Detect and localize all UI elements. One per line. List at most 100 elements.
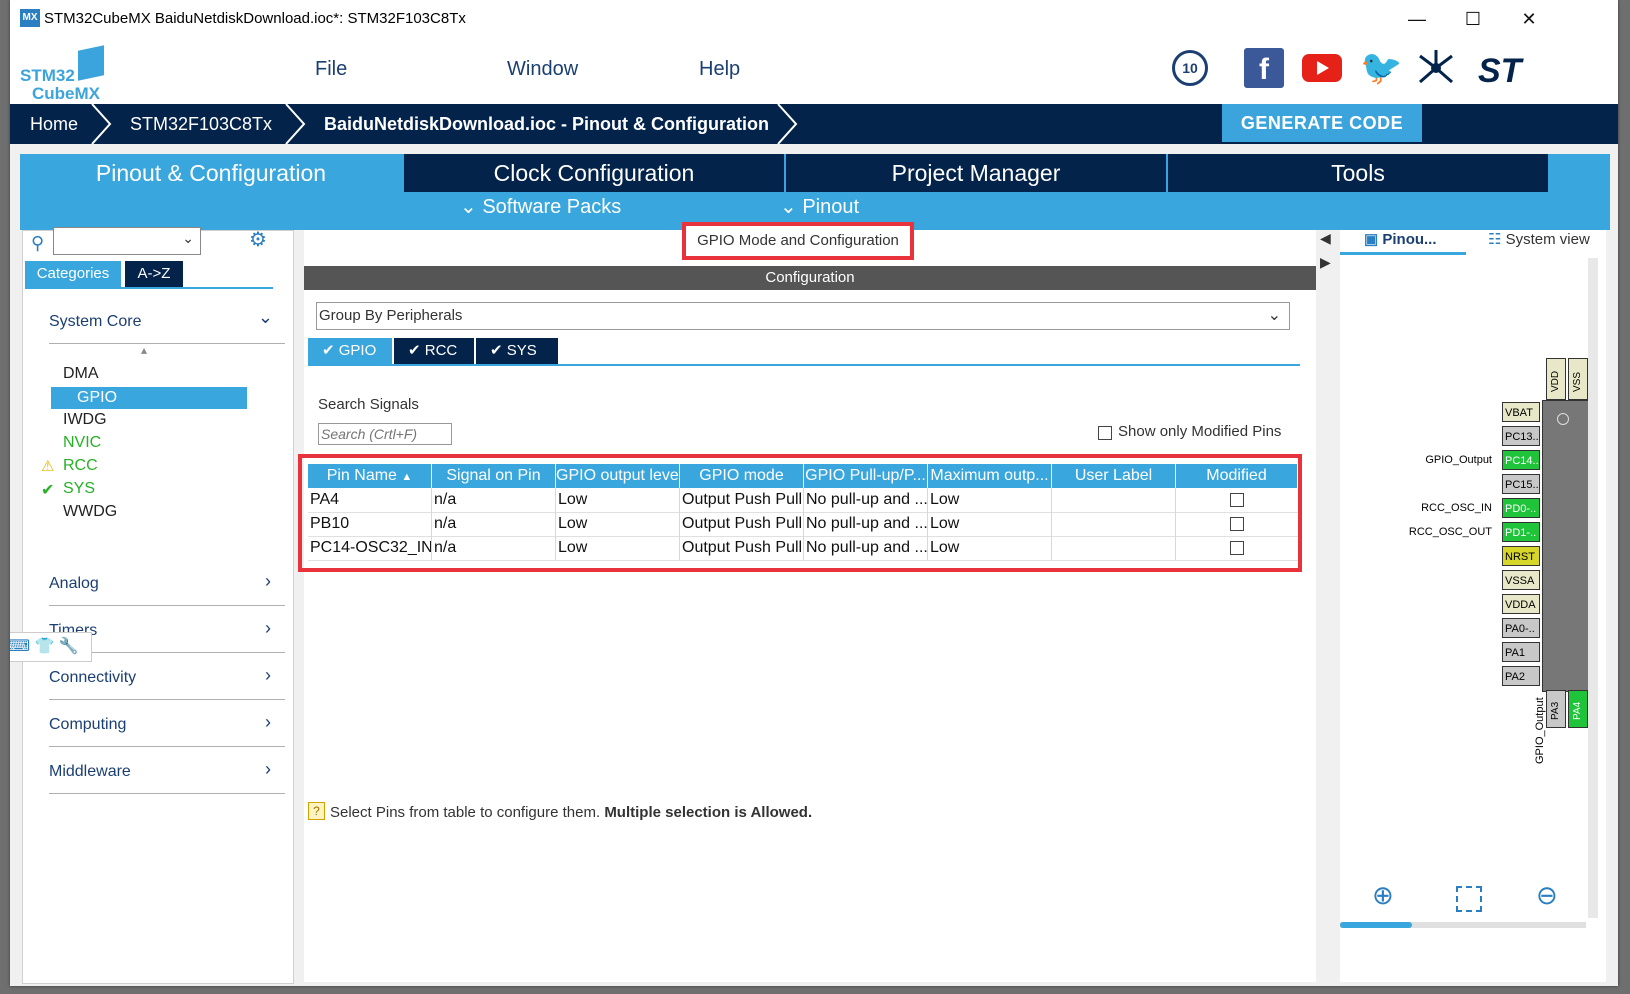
col-header-pin-name[interactable]: Pin Name ▲ xyxy=(308,464,432,488)
network-icon[interactable] xyxy=(1416,48,1456,88)
mcu-chip-body[interactable] xyxy=(1542,400,1590,692)
menu-window[interactable]: Window xyxy=(507,58,578,81)
pin1-marker xyxy=(1557,413,1569,425)
pin-vss-label: VSS xyxy=(1572,371,1583,392)
wrench-icon[interactable]: 🔧 xyxy=(59,638,79,655)
tab-pinout-view[interactable]: ▣ Pinou... xyxy=(1364,230,1437,248)
youtube-icon[interactable] xyxy=(1302,54,1342,82)
search-icon[interactable]: ⚲ xyxy=(31,233,44,254)
pin-pa1[interactable]: PA1 xyxy=(1502,642,1540,662)
cube-icon xyxy=(78,45,104,81)
minimize-button[interactable]: — xyxy=(1402,6,1432,32)
pin-pd0[interactable]: PD0-.. xyxy=(1502,498,1540,518)
zoom-out-icon[interactable]: ⊖ xyxy=(1536,880,1558,911)
horizontal-scrollbar[interactable] xyxy=(1340,922,1586,928)
cell-signal: n/a xyxy=(432,536,556,560)
menu-file[interactable]: File xyxy=(315,58,347,81)
tab-pinout-configuration[interactable]: Pinout & Configuration xyxy=(20,154,402,192)
pin-vdda[interactable]: VDDA xyxy=(1502,594,1540,614)
anniversary-badge-icon[interactable]: 10 xyxy=(1172,50,1208,86)
expand-right-icon[interactable]: ▶ xyxy=(1320,254,1331,271)
tab-project-manager[interactable]: Project Manager xyxy=(786,154,1166,192)
col-header-gpio-mode[interactable]: GPIO mode xyxy=(680,464,804,488)
col-header-output-level[interactable]: GPIO output level xyxy=(556,464,680,488)
tab-system-view[interactable]: ☷ System view xyxy=(1488,230,1590,248)
pin-pc13[interactable]: PC13.. xyxy=(1502,426,1540,446)
group-analog[interactable]: Analog › xyxy=(49,561,285,606)
category-gpio-selected[interactable]: GPIO xyxy=(51,387,247,409)
tab-categories[interactable]: Categories xyxy=(25,261,121,287)
search-signals-input[interactable] xyxy=(318,423,452,445)
pin-vbat[interactable]: VBAT xyxy=(1502,402,1540,422)
close-button[interactable]: ✕ xyxy=(1514,6,1544,32)
cell-pull: No pull-up and ... xyxy=(804,488,928,512)
pin-pc15[interactable]: PC15.. xyxy=(1502,474,1540,494)
category-iwdg[interactable]: IWDG xyxy=(63,411,107,429)
category-sys[interactable]: SYS xyxy=(63,480,95,498)
fit-to-screen-icon[interactable] xyxy=(1456,886,1482,912)
col-header-user-label[interactable]: User Label xyxy=(1052,464,1176,488)
keyboard-icon[interactable]: ⌨ xyxy=(10,638,30,655)
ptab-gpio-label: GPIO xyxy=(338,342,377,359)
maximize-button[interactable]: ☐ xyxy=(1458,6,1488,32)
collapse-left-icon[interactable]: ◀ xyxy=(1320,230,1331,247)
col-header-max-speed[interactable]: Maximum outp... xyxy=(928,464,1052,488)
table-row[interactable]: PC14-OSC32_IN n/a Low Output Push Pull N… xyxy=(308,536,1298,561)
modified-checkbox[interactable] xyxy=(1230,517,1244,531)
pin-pa3[interactable]: PA3 xyxy=(1546,690,1566,728)
sort-icon[interactable]: ▴ xyxy=(141,343,147,357)
show-modified-checkbox[interactable] xyxy=(1098,426,1112,440)
tab-tools[interactable]: Tools xyxy=(1168,154,1548,192)
tab-a-z[interactable]: A->Z xyxy=(125,261,183,287)
category-dma[interactable]: DMA xyxy=(63,365,99,383)
group-by-select[interactable]: Group By Peripherals ⌄ xyxy=(316,302,1290,330)
shirt-icon[interactable]: 👕 xyxy=(35,638,55,655)
gear-icon[interactable]: ⚙ xyxy=(249,227,267,252)
table-row[interactable]: PA4 n/a Low Output Push Pull No pull-up … xyxy=(308,488,1298,513)
software-packs-menu[interactable]: ⌄ Software Packs xyxy=(460,194,621,219)
generate-code-button[interactable]: GENERATE CODE xyxy=(1222,104,1422,142)
pin-pa4[interactable]: PA4 xyxy=(1568,690,1588,728)
scrollbar-thumb[interactable] xyxy=(1340,922,1412,928)
st-logo-icon[interactable]: ST xyxy=(1478,52,1521,91)
group-middleware[interactable]: Middleware › xyxy=(49,749,285,794)
category-rcc[interactable]: RCC xyxy=(63,457,98,475)
pin-pa0[interactable]: PA0-.. xyxy=(1502,618,1540,638)
zoom-in-icon[interactable]: ⊕ xyxy=(1372,880,1394,911)
pin-pc14[interactable]: PC14.. xyxy=(1502,450,1540,470)
modified-checkbox[interactable] xyxy=(1230,541,1244,555)
cell-user-label xyxy=(1052,536,1176,560)
pin-vssa[interactable]: VSSA xyxy=(1502,570,1540,590)
ptab-rcc[interactable]: ✔ RCC xyxy=(394,338,474,364)
menu-help[interactable]: Help xyxy=(699,58,740,81)
ptab-gpio[interactable]: ✔ GPIO xyxy=(308,338,392,364)
col-header-signal[interactable]: Signal on Pin xyxy=(432,464,556,488)
breadcrumb-project[interactable]: BaiduNetdiskDownload.ioc - Pinout & Conf… xyxy=(324,104,769,144)
col-header-pull[interactable]: GPIO Pull-up/P... xyxy=(804,464,928,488)
group-computing[interactable]: Computing › xyxy=(49,702,285,747)
ptab-sys[interactable]: ✔ SYS xyxy=(476,338,558,364)
pin-vdd[interactable]: VDD xyxy=(1546,358,1566,400)
group-system-core[interactable]: System Core ⌄ xyxy=(49,299,285,344)
hint-normal: Select Pins from table to configure them… xyxy=(330,804,601,821)
breadcrumb-home[interactable]: Home xyxy=(30,104,78,144)
category-search-combo[interactable]: ⌄ xyxy=(53,227,201,255)
table-row[interactable]: PB10 n/a Low Output Push Pull No pull-up… xyxy=(308,512,1298,537)
col-header-modified[interactable]: Modified xyxy=(1176,464,1298,488)
modified-checkbox[interactable] xyxy=(1230,493,1244,507)
cell-output-level: Low xyxy=(556,536,680,560)
pinout-menu[interactable]: ⌄ Pinout xyxy=(780,194,859,219)
category-nvic[interactable]: NVIC xyxy=(63,434,101,452)
cell-output-level: Low xyxy=(556,512,680,536)
pin-vss[interactable]: VSS xyxy=(1568,358,1588,400)
pin-pd1[interactable]: PD1-.. xyxy=(1502,522,1540,542)
pin-nrst[interactable]: NRST xyxy=(1502,546,1540,566)
twitter-icon[interactable]: 🐦 xyxy=(1360,48,1402,88)
vertical-scrollbar[interactable] xyxy=(1588,258,1598,918)
mode-title-highlight: GPIO Mode and Configuration xyxy=(682,222,914,260)
pin-pa2[interactable]: PA2 xyxy=(1502,666,1540,686)
category-wwdg[interactable]: WWDG xyxy=(63,503,117,521)
tab-clock-configuration[interactable]: Clock Configuration xyxy=(404,154,784,192)
facebook-icon[interactable]: f xyxy=(1244,48,1284,88)
breadcrumb-device[interactable]: STM32F103C8Tx xyxy=(130,104,272,144)
